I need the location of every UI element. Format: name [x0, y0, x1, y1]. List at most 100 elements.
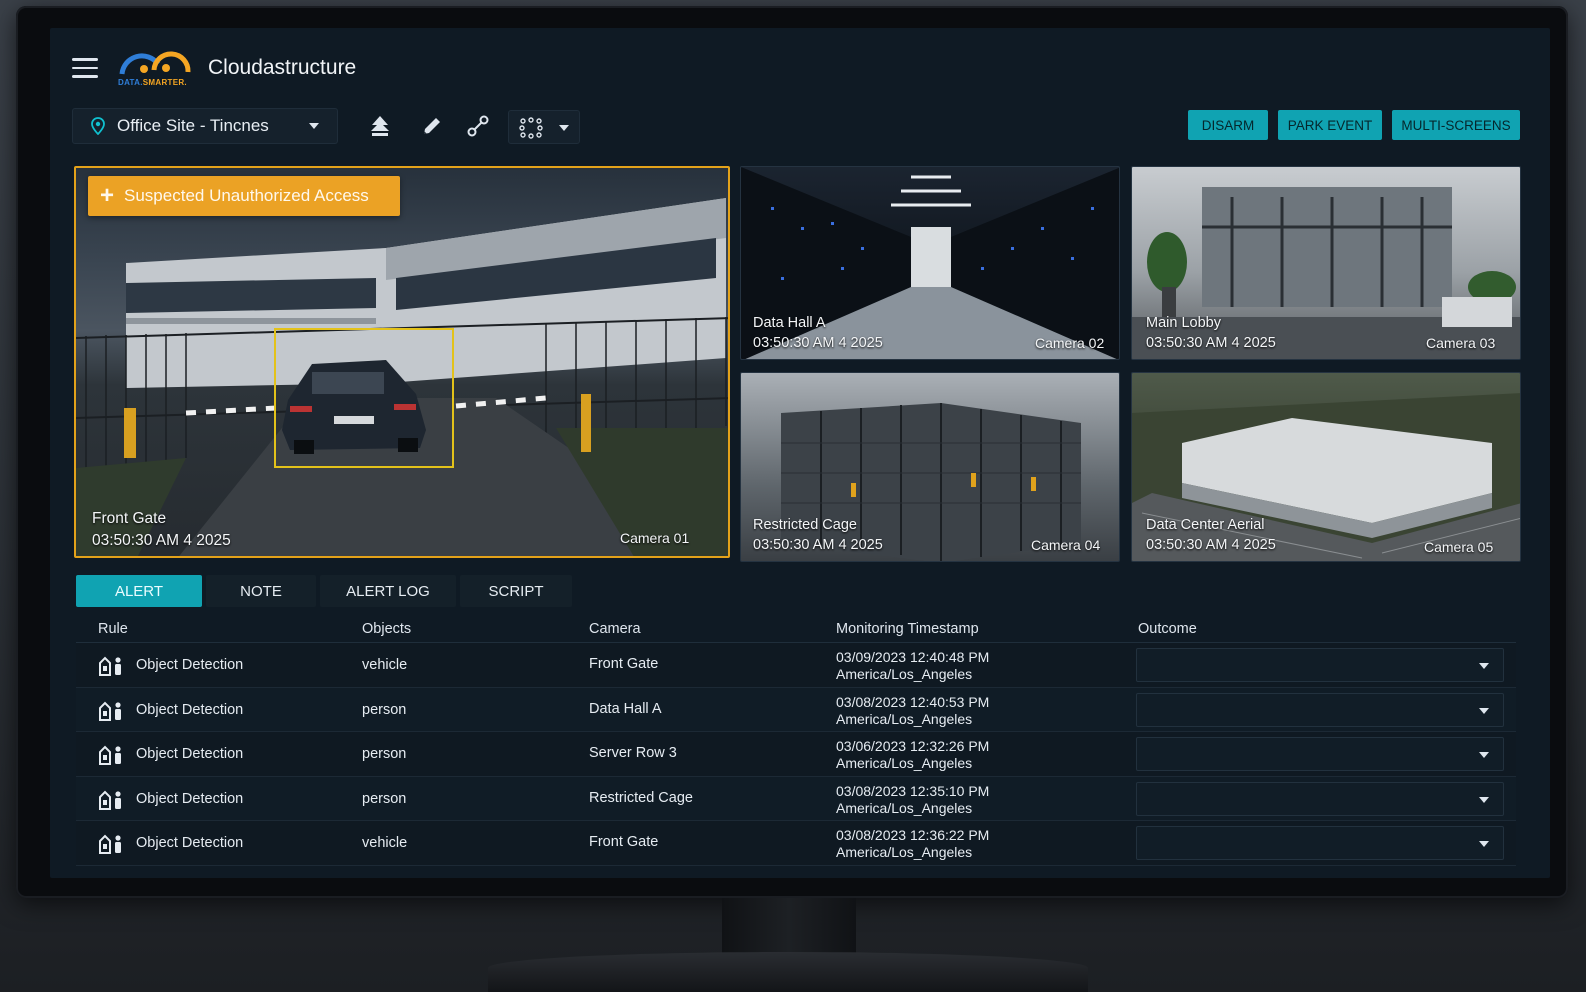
monitor-bezel: DATA.SMARTER. Cloudastructure Office Sit…	[16, 6, 1568, 898]
column-header-camera: Camera	[589, 621, 641, 637]
chevron-down-icon	[559, 125, 569, 131]
table-row[interactable]: Object Detection person Data Hall A 03/0…	[76, 687, 1516, 732]
camera-cell: Front Gate	[589, 656, 659, 672]
pencil-icon[interactable]	[420, 114, 444, 138]
alert-badge[interactable]: + Suspected Unauthorized Access	[88, 176, 400, 216]
camera-tile-main[interactable]: + Suspected Unauthorized Access Front Ga…	[74, 166, 730, 558]
chevron-down-icon	[309, 123, 319, 129]
table-row[interactable]: Object Detection vehicle Front Gate 03/0…	[76, 643, 1516, 688]
camera-name: Data Hall A	[753, 315, 826, 331]
camera-id: Camera 01	[620, 530, 690, 546]
timestamp-timezone: America/Los_Angeles	[836, 755, 973, 771]
park-event-button[interactable]: PARK EVENT	[1278, 110, 1382, 140]
object-detection-icon	[98, 789, 124, 811]
object-detection-icon	[98, 655, 124, 677]
rule-cell: Object Detection	[136, 835, 244, 851]
camera-tile-main-lobby[interactable]: Main Lobby 03:50:30 AM 4 2025 Camera 03	[1131, 166, 1521, 360]
camera-timestamp: 03:50:30 AM 4 2025	[92, 532, 231, 549]
timestamp-timezone: America/Los_Angeles	[836, 710, 973, 727]
timestamp-cell: 03/09/2023 12:40:48 PM America/Los_Angel…	[836, 649, 989, 683]
logo-arcs-icon	[119, 51, 191, 75]
outcome-dropdown[interactable]	[1136, 692, 1504, 727]
camera-id: Camera 03	[1426, 335, 1496, 351]
monitor-stand-base	[488, 952, 1088, 992]
site-dropdown-label: Office Site - Tincnes	[117, 116, 269, 135]
logo-tagline: DATA.SMARTER.	[118, 78, 187, 87]
camera-id: Camera 05	[1424, 539, 1494, 555]
timestamp-date: 03/08/2023 12:40:53 PM	[836, 693, 990, 710]
upload-tree-icon[interactable]	[368, 114, 392, 138]
camera-name: Data Center Aerial	[1146, 517, 1265, 533]
camera-timestamp: 03:50:30 AM 4 2025	[753, 537, 883, 553]
alert-badge-label: Suspected Unauthorized Access	[124, 186, 369, 205]
timestamp-cell: 03/08/2023 12:36:22 PM America/Los_Angel…	[836, 827, 989, 861]
tab-note[interactable]: NOTE	[206, 575, 316, 607]
timestamp-cell: 03/08/2023 12:40:53 PM America/Los_Angel…	[836, 694, 989, 728]
camera-cell: Front Gate	[589, 834, 659, 850]
camera-tile-data-center-aerial[interactable]: Data Center Aerial 03:50:30 AM 4 2025 Ca…	[1131, 372, 1521, 562]
camera-id: Camera 02	[1035, 335, 1105, 351]
camera-feed-main-lobby	[1132, 187, 1520, 359]
timestamp-date: 03/06/2023 12:32:26 PM	[836, 738, 990, 754]
camera-feed-front-gate: + Suspected Unauthorized Access Front Ga…	[76, 168, 728, 556]
app-title: Cloudastructure	[208, 56, 357, 79]
timestamp-timezone: America/Los_Angeles	[836, 666, 973, 682]
outcome-dropdown[interactable]	[1136, 737, 1504, 771]
objects-cell: vehicle	[362, 657, 408, 673]
camera-feed-data-hall-a	[741, 167, 1119, 359]
site-dropdown[interactable]: Office Site - Tincnes	[72, 108, 338, 144]
column-header-rule: Rule	[98, 621, 128, 637]
column-header-timestamp: Monitoring Timestamp	[836, 621, 979, 637]
tab-script[interactable]: SCRIPT	[460, 575, 572, 607]
plus-icon: +	[100, 182, 115, 209]
camera-tile-restricted-cage[interactable]: Restricted Cage 03:50:30 AM 4 2025 Camer…	[740, 372, 1120, 562]
camera-cell: Restricted Cage	[589, 789, 693, 806]
timestamp-cell: 03/08/2023 12:35:10 PM America/Los_Angel…	[836, 783, 989, 817]
timestamp-date: 03/09/2023 12:40:48 PM	[836, 649, 990, 665]
location-pin-icon	[91, 117, 105, 135]
layout-dropdown[interactable]	[508, 110, 580, 144]
chevron-down-icon	[1479, 752, 1489, 758]
column-header-outcome: Outcome	[1138, 621, 1197, 637]
disarm-button[interactable]: DISARM	[1188, 110, 1268, 140]
object-detection-icon	[98, 700, 124, 722]
rule-cell: Object Detection	[136, 701, 244, 718]
timestamp-timezone: America/Los_Angeles	[836, 799, 973, 816]
rule-cell: Object Detection	[136, 746, 244, 762]
link-icon[interactable]	[466, 114, 490, 138]
column-header-objects: Objects	[362, 621, 412, 637]
timestamp-date: 03/08/2023 12:35:10 PM	[836, 782, 990, 799]
camera-name: Main Lobby	[1146, 315, 1221, 331]
camera-timestamp: 03:50:30 AM 4 2025	[753, 335, 883, 351]
camera-name: Restricted Cage	[753, 517, 857, 533]
objects-cell: person	[362, 790, 407, 807]
outcome-dropdown[interactable]	[1136, 648, 1504, 682]
detection-box	[274, 328, 454, 468]
chevron-down-icon	[1479, 663, 1489, 669]
object-detection-icon	[98, 744, 124, 766]
camera-cell: Data Hall A	[589, 700, 662, 717]
table-row[interactable]: Object Detection person Server Row 3 03/…	[76, 732, 1516, 777]
timestamp-cell: 03/06/2023 12:32:26 PM America/Los_Angel…	[836, 738, 989, 772]
chevron-down-icon	[1479, 707, 1489, 714]
camera-tile-data-hall-a[interactable]: Data Hall A 03:50:30 AM 4 2025 Camera 02	[740, 166, 1120, 360]
timestamp-timezone: America/Los_Angeles	[836, 844, 973, 860]
table-row[interactable]: Object Detection person Restricted Cage …	[76, 776, 1516, 821]
tab-alert-log[interactable]: ALERT LOG	[320, 575, 456, 607]
alerts-table: Rule Objects Camera Monitoring Timestamp…	[76, 613, 1516, 866]
table-row[interactable]: Object Detection vehicle Front Gate 03/0…	[76, 821, 1516, 866]
outcome-dropdown[interactable]	[1136, 826, 1504, 860]
table-header: Rule Objects Camera Monitoring Timestamp…	[76, 613, 1516, 643]
nodes-grid-icon	[519, 117, 543, 139]
camera-name: Front Gate	[92, 510, 167, 527]
app-screen: DATA.SMARTER. Cloudastructure Office Sit…	[50, 28, 1550, 878]
multi-screens-button[interactable]: MULTI-SCREENS	[1392, 110, 1520, 140]
objects-cell: vehicle	[362, 835, 408, 851]
outcome-dropdown[interactable]	[1136, 781, 1504, 816]
objects-cell: person	[362, 746, 407, 762]
camera-id: Camera 04	[1031, 537, 1101, 553]
camera-timestamp: 03:50:30 AM 4 2025	[1146, 335, 1276, 351]
camera-feed-data-center-aerial	[1132, 393, 1520, 561]
menu-icon[interactable]	[72, 58, 98, 78]
tab-alert[interactable]: ALERT	[76, 575, 202, 607]
